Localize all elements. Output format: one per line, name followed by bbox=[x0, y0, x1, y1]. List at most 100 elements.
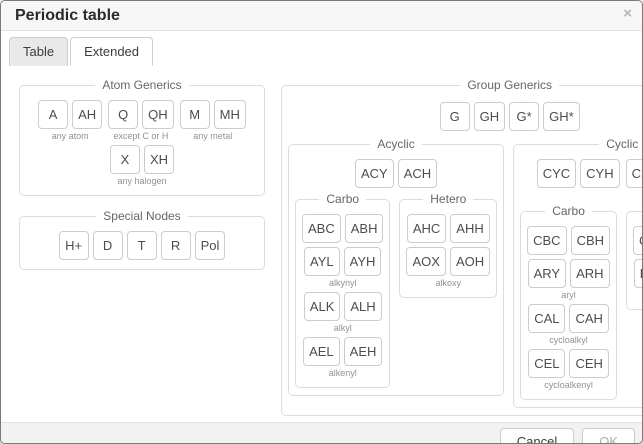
fieldset-group-generics: Group GenericsGGHG*GH*AcyclicACYACHCarbo… bbox=[281, 78, 643, 416]
group-generics-cyclic-carbo-button-cbc[interactable]: CBC bbox=[527, 226, 566, 255]
group-generics-button-gh-star[interactable]: GH* bbox=[543, 102, 580, 131]
group-generics-acyclic-carbo-hint: alkynyl bbox=[329, 278, 357, 288]
group-generics-buttons: GGHG*GH* bbox=[440, 102, 580, 131]
group-generics-cyclic-carbo-button-cal[interactable]: CAL bbox=[528, 304, 565, 333]
fieldset-atom-generics: Atom GenericsAAHany atomQQHexcept C or H… bbox=[19, 78, 265, 196]
tab-bar: Table Extended bbox=[1, 31, 642, 66]
atom-generics-row: AAHany atomQQHexcept C or HMMHany metal bbox=[26, 100, 258, 141]
atom-generics-hint: any halogen bbox=[117, 176, 166, 186]
cancel-button[interactable]: Cancel bbox=[500, 428, 574, 444]
special-nodes-button-h-plus[interactable]: H+ bbox=[59, 231, 89, 260]
ok-button[interactable]: OK bbox=[582, 428, 635, 444]
group-generics-acyclic-carbo-button-abc[interactable]: ABC bbox=[302, 214, 341, 243]
fieldset-group-generics-acyclic-hetero: HeteroAHCAHHAOXAOHalkoxy bbox=[399, 192, 497, 298]
atom-generics-button-q[interactable]: Q bbox=[108, 100, 138, 129]
tab-extended[interactable]: Extended bbox=[70, 37, 153, 66]
group-generics-acyclic-carbo-button-ayl[interactable]: AYL bbox=[304, 247, 340, 276]
group-generics-acyclic-hetero-hint: alkoxy bbox=[436, 278, 462, 288]
atom-generics-button-qh[interactable]: QH bbox=[142, 100, 174, 129]
group-generics-acyclic-carbo-row: ABCABH bbox=[302, 214, 383, 243]
atom-generics-button-xh[interactable]: XH bbox=[144, 145, 174, 174]
group-generics-cyclic-row: CYCCYHCXXCXHno carbon bbox=[520, 159, 643, 200]
atom-generics-section: Atom GenericsAAHany atomQQHexcept C or H… bbox=[19, 78, 265, 196]
group-generics-acyclic-carbo-button-abh[interactable]: ABH bbox=[345, 214, 384, 243]
group-generics-acyclic-carbo-button-ael[interactable]: AEL bbox=[303, 337, 340, 366]
group-generics-acyclic-carbo-button-alk[interactable]: ALK bbox=[304, 292, 341, 321]
group-generics-acyclic-hetero-group: AHCAHH bbox=[407, 214, 490, 243]
fieldset-group-generics-acyclic-carbo: CarboABCABHAYLAYHalkynylALKALHalkylAELAE… bbox=[295, 192, 390, 388]
fieldset-group-generics-cyclic: CyclicCYCCYHCXXCXHno carbonCarboCBCCBHAR… bbox=[513, 137, 643, 408]
group-generics-acyclic-carbo-buttons: AYLAYH bbox=[304, 247, 381, 276]
special-nodes-section: Special Nodes H+DTRPol bbox=[19, 209, 265, 270]
group-generics-acyclic-button-acy[interactable]: ACY bbox=[355, 159, 394, 188]
group-generics-acyclic-carbo-group: ALKALH alkyl bbox=[304, 292, 382, 333]
atom-generics-button-ah[interactable]: AH bbox=[72, 100, 102, 129]
group-generics-cyclic-button-cyc[interactable]: CYC bbox=[537, 159, 576, 188]
group-generics-cyclic-carbo-hint: aryl bbox=[561, 290, 576, 300]
group-generics-button-g[interactable]: G bbox=[440, 102, 470, 131]
atom-generics-legend: Atom Generics bbox=[95, 78, 188, 92]
special-nodes-button-t[interactable]: T bbox=[127, 231, 157, 260]
special-nodes-button-pol[interactable]: Pol bbox=[195, 231, 226, 260]
group-generics-acyclic-button-ach[interactable]: ACH bbox=[398, 159, 437, 188]
atom-generics-buttons: XXH bbox=[110, 145, 174, 174]
group-generics-acyclic-hetero-row: AHCAHH bbox=[406, 214, 490, 243]
periodic-table-dialog: Periodic table × Table Extended Atom Gen… bbox=[0, 0, 643, 444]
group-generics-acyclic-hetero-button-ahh[interactable]: AHH bbox=[450, 214, 489, 243]
group-generics-acyclic-hetero-button-aox[interactable]: AOX bbox=[406, 247, 445, 276]
group-generics-button-gh[interactable]: GH bbox=[474, 102, 506, 131]
tab-table[interactable]: Table bbox=[9, 37, 68, 66]
group-generics-cyclic-carbo-button-arh[interactable]: ARH bbox=[570, 259, 609, 288]
group-generics-legend: Group Generics bbox=[460, 78, 559, 92]
group-generics-acyclic-carbo-button-alh[interactable]: ALH bbox=[344, 292, 381, 321]
special-nodes-button-d[interactable]: D bbox=[93, 231, 123, 260]
group-generics-cyclic-hetero-row: CHCCHH bbox=[633, 226, 643, 255]
atom-generics-button-x[interactable]: X bbox=[110, 145, 140, 174]
group-generics-acyclic-carbo-row: AELAEH alkenyl bbox=[302, 337, 383, 378]
group-generics-acyclic-carbo-buttons: ALKALH bbox=[304, 292, 382, 321]
atom-generics-button-mh[interactable]: MH bbox=[214, 100, 246, 129]
fieldset-special-nodes: Special Nodes H+DTRPol bbox=[19, 209, 265, 270]
special-nodes-group: H+DTRPol bbox=[59, 231, 226, 260]
group-generics-cyclic-carbo-button-cel[interactable]: CEL bbox=[528, 349, 565, 378]
group-generics-cyclic-button-cyh[interactable]: CYH bbox=[580, 159, 619, 188]
atom-generics-group: XXH any halogen bbox=[110, 145, 174, 186]
group-generics-cyclic-carbo-group: CELCEHcycloalkenyl bbox=[528, 349, 609, 390]
atom-generics-buttons: QQH bbox=[108, 100, 174, 129]
group-generics-cyclic-hetero-button-har[interactable]: HAR bbox=[634, 259, 643, 288]
group-generics-acyclic-carbo-hint: alkenyl bbox=[329, 368, 357, 378]
group-generics-cyclic-carbo-button-cbh[interactable]: CBH bbox=[571, 226, 610, 255]
group-generics-acyclic-legend: Acyclic bbox=[370, 137, 421, 151]
group-generics-acyclic-carbo-hint: alkyl bbox=[334, 323, 352, 333]
group-generics-cyclic-carbo-button-cah[interactable]: CAH bbox=[569, 304, 608, 333]
group-generics-acyclic-carbo-button-ayh[interactable]: AYH bbox=[344, 247, 382, 276]
group-generics-cyclic-carbo-buttons: CELCEH bbox=[528, 349, 609, 378]
group-generics-cyclic-carbo-hint: cycloalkyl bbox=[549, 335, 588, 345]
group-generics-acyclic-hetero-button-aoh[interactable]: AOH bbox=[450, 247, 490, 276]
dialog-footer: Cancel OK bbox=[1, 422, 642, 444]
special-nodes-legend: Special Nodes bbox=[96, 209, 187, 223]
special-nodes-button-r[interactable]: R bbox=[161, 231, 191, 260]
group-generics-cyclic-button-cxx[interactable]: CXX bbox=[626, 159, 643, 188]
group-generics-cyclic-carbo-group: CBCCBH bbox=[527, 226, 610, 255]
atom-generics-button-m[interactable]: M bbox=[180, 100, 210, 129]
group-generics-acyclic-carbo-button-aeh[interactable]: AEH bbox=[344, 337, 383, 366]
atom-generics-hint: any metal bbox=[193, 131, 232, 141]
group-generics-cyclic-hetero-button-chc[interactable]: CHC bbox=[633, 226, 643, 255]
group-generics-cyclic-hetero-buttons: HARHAH bbox=[634, 259, 643, 288]
group-generics-cyclic-carbo-button-ary[interactable]: ARY bbox=[528, 259, 567, 288]
group-generics-acyclic-hetero-button-ahc[interactable]: AHC bbox=[407, 214, 446, 243]
group-generics-acyclic-subsections: CarboABCABHAYLAYHalkynylALKALHalkylAELAE… bbox=[295, 192, 497, 388]
group-generics-cyclic-carbo-row: CALCAH cycloalkyl bbox=[527, 304, 610, 345]
close-icon[interactable]: × bbox=[623, 6, 632, 21]
atom-generics-button-a[interactable]: A bbox=[38, 100, 68, 129]
group-generics-acyclic-buttons: ACYACH bbox=[355, 159, 437, 188]
group-generics-cyclic-subsections: CarboCBCCBHARYARHarylCALCAHcycloalkylCEL… bbox=[520, 204, 643, 400]
group-generics-cyclic-carbo-buttons: CALCAH bbox=[528, 304, 609, 333]
group-generics-cyclic-hetero-group: HARHAHhetero aryl bbox=[634, 259, 643, 300]
group-generics-cyclic-carbo-button-ceh[interactable]: CEH bbox=[569, 349, 608, 378]
group-generics-cyclic-buttons: CYCCYH bbox=[537, 159, 620, 188]
group-generics-button-g-star[interactable]: G* bbox=[509, 102, 539, 131]
group-generics-acyclic-carbo-buttons: ABCABH bbox=[302, 214, 383, 243]
group-generics-acyclic-carbo-buttons: AELAEH bbox=[303, 337, 382, 366]
